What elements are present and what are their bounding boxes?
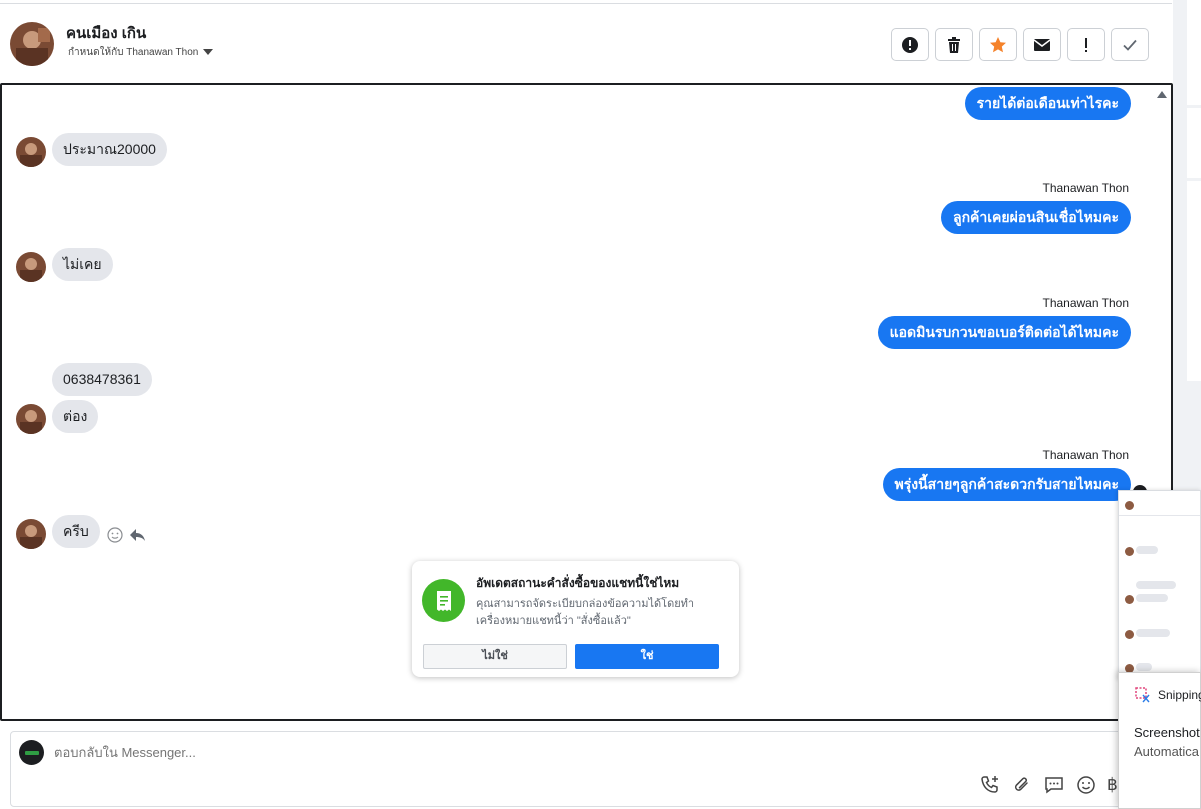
sender-name: Thanawan Thon (1042, 296, 1129, 310)
page-avatar (19, 740, 44, 765)
message-bubble-incoming[interactable]: 0638478361 (52, 363, 152, 396)
message-bubble-incoming[interactable]: ครีบ (52, 515, 100, 548)
order-status-prompt: อัพเดตสถานะคำสั่งซื้อของแชทนี้ใช่ไหม คุณ… (412, 561, 739, 677)
star-icon (990, 36, 1006, 52)
check-icon (1123, 39, 1137, 51)
thumbnail-avatar (1125, 595, 1134, 604)
contact-avatar-small (16, 404, 46, 434)
emoji-icon[interactable] (1075, 774, 1097, 796)
assignee-dropdown[interactable]: กำหนดให้กับ Thanawan Thon (68, 45, 214, 60)
reply-composer: ฿ (10, 731, 1132, 807)
mark-done-button[interactable] (1111, 28, 1149, 61)
notification-heading: Screenshot (1134, 725, 1200, 740)
contact-name: คนเมือง เกิน (66, 25, 147, 42)
message-actions (107, 527, 146, 543)
message-bubble-outgoing[interactable]: พรุ่งนี้สายๆลูกค้าสะดวกรับสายไหมคะ (882, 468, 1131, 501)
details-card (1187, 181, 1201, 381)
contact-avatar-small (16, 137, 46, 167)
follow-up-button[interactable] (1067, 28, 1105, 61)
alert-circle-icon (902, 36, 918, 53)
message-bubble-incoming[interactable]: ต่อง (52, 400, 99, 433)
receipt-icon (422, 579, 465, 622)
screenshot-thumbnail[interactable] (1118, 490, 1201, 680)
thumbnail-bubble (1136, 546, 1158, 554)
details-card (1187, 0, 1201, 105)
contact-avatar-small (16, 519, 46, 549)
thumbnail-divider (1119, 515, 1200, 516)
message-bubble-incoming[interactable]: ประมาณ20000 (52, 133, 167, 166)
mark-unread-button[interactable] (1023, 28, 1061, 61)
phone-add-icon[interactable] (979, 774, 1001, 796)
exclamation-icon (1085, 37, 1087, 52)
report-spam-button[interactable] (891, 28, 929, 61)
conversation-header: คนเมือง เกิน กำหนดให้กับ Thanawan Thon (0, 4, 1172, 82)
prompt-description: คุณสามารถจัดระเบียบกล่องข้อความได้โดยทำเ… (476, 598, 695, 627)
prompt-title: อัพเดตสถานะคำสั่งซื้อของแชทนี้ใช่ไหม (476, 576, 680, 590)
saved-reply-icon[interactable] (1043, 774, 1065, 796)
thumbnail-bubble (1136, 594, 1168, 602)
contact-avatar[interactable] (10, 22, 54, 66)
thumbnail-avatar (1125, 501, 1134, 510)
message-thread[interactable]: รายได้ต่อเดือนเท่าไรคะ ประมาณ20000 Thana… (0, 83, 1173, 721)
delete-button[interactable] (935, 28, 973, 61)
conversation-toolbar (891, 28, 1149, 61)
message-bubble-incoming[interactable]: ไม่เคย (52, 248, 113, 281)
thumbnail-bubble (1136, 629, 1170, 637)
trash-icon (948, 36, 960, 53)
caret-down-icon (203, 49, 214, 56)
attachment-icon[interactable] (1011, 774, 1033, 796)
sender-name: Thanawan Thon (1042, 448, 1129, 462)
snipping-tool-icon (1135, 687, 1150, 703)
message-bubble-outgoing[interactable]: รายได้ต่อเดือนเท่าไรคะ (964, 87, 1131, 120)
details-card (1187, 108, 1201, 178)
thumbnail-avatar (1125, 547, 1134, 556)
star-button[interactable] (979, 28, 1017, 61)
thumbnail-bubble (1136, 663, 1152, 671)
assignee-label: กำหนดให้กับ Thanawan Thon (68, 47, 199, 58)
snipping-tool-notification[interactable]: Snipping Screenshot Automatica (1118, 672, 1201, 809)
notification-subtext: Automatica (1134, 744, 1200, 759)
no-button[interactable]: ไม่ใช่ (423, 644, 567, 669)
envelope-icon (1033, 38, 1051, 51)
notification-app-name: Snipping (1158, 688, 1201, 702)
sender-name: Thanawan Thon (1042, 181, 1129, 195)
reply-icon[interactable] (129, 527, 146, 543)
reply-input[interactable] (54, 745, 654, 760)
thumbnail-avatar (1125, 630, 1134, 639)
scroll-up-arrow-icon[interactable] (1157, 91, 1167, 98)
thumbnail-bubble (1136, 581, 1176, 589)
message-bubble-outgoing[interactable]: แอดมินรบกวนขอเบอร์ติดต่อได้ไหมคะ (877, 316, 1131, 349)
yes-button[interactable]: ใช่ (575, 644, 719, 669)
emoji-react-icon[interactable] (107, 527, 123, 543)
composer-tools: ฿ (979, 774, 1119, 796)
message-bubble-outgoing[interactable]: ลูกค้าเคยผ่อนสินเชื่อไหมคะ (940, 201, 1131, 234)
contact-avatar-small (16, 252, 46, 282)
